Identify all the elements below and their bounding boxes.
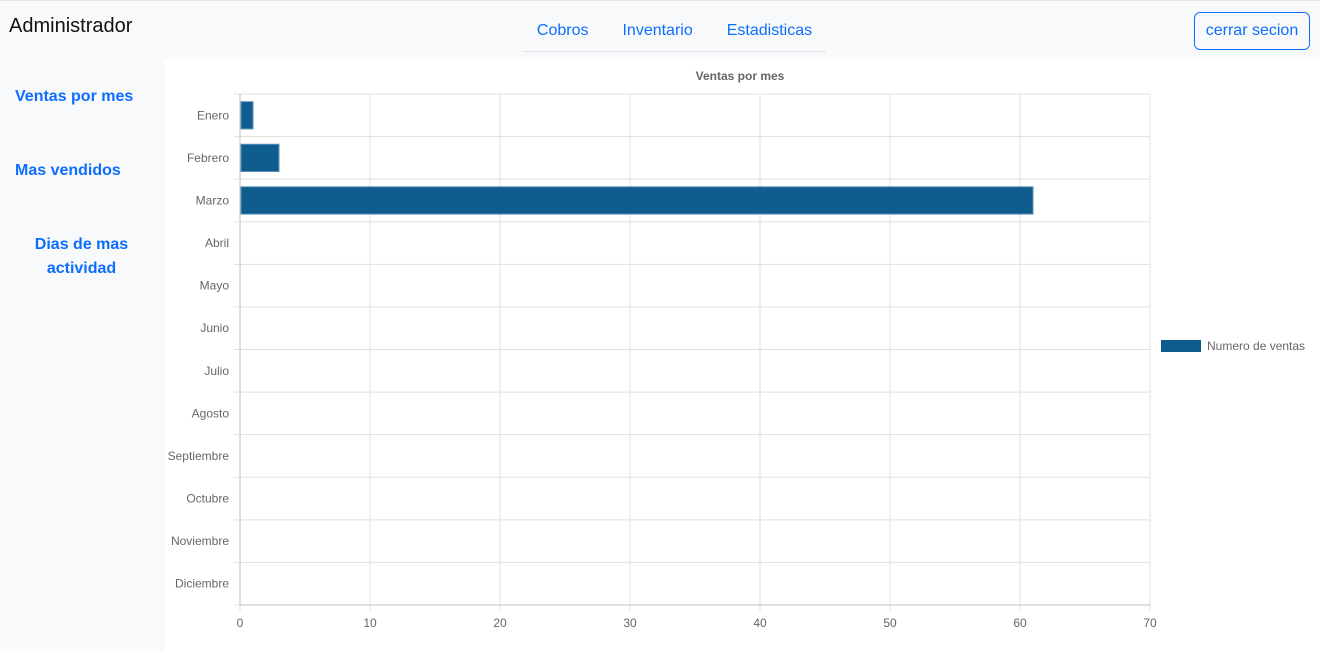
x-tick-label: 60 [1013,616,1027,630]
sales-bar-chart: Ventas por mes 0 10 20 30 40 50 60 70 Enero Febrer… [168,69,1305,630]
y-tick-label: Agosto [192,406,230,420]
y-tick-label: Octubre [186,492,229,506]
brand-title: Administrador [9,15,133,37]
chart-container: Ventas por mes 0 10 20 30 40 50 60 70 Enero Febrer… [165,59,1320,651]
y-tick-label: Mayo [200,279,230,293]
sidebar-item-mas-vendidos[interactable]: Mas vendidos [0,159,163,183]
sidebar-item-dias-de-mas-actividad[interactable]: Dias de mas actividad [0,233,163,281]
y-tick-label: Septiembre [168,449,230,463]
x-tick-label: 20 [493,616,507,630]
sidebar-item-ventas-por-mes[interactable]: Ventas por mes [0,85,163,109]
top-navbar: Administrador Cobros Inventario Estadist… [0,0,1320,59]
x-tick-label: 0 [237,616,244,630]
nav-estadisticas[interactable]: Estadisticas [710,11,829,51]
x-tick-label: 70 [1143,616,1157,630]
x-tick-label: 40 [753,616,767,630]
y-tick-label: Marzo [196,193,230,207]
x-tick-label: 50 [883,616,897,630]
bar-marzo [240,186,1034,215]
y-tick-label: Noviembre [171,534,229,548]
x-tick-label: 30 [623,616,637,630]
sidebar: Ventas por mes Mas vendidos Dias de mas … [0,59,165,651]
bar-enero [240,101,254,130]
nav-inventario[interactable]: Inventario [605,11,709,51]
legend-label: Numero de ventas [1207,339,1305,353]
y-tick-label: Abril [205,236,229,250]
legend-swatch [1161,340,1201,352]
bar-febrero [240,143,280,173]
chart-title: Ventas por mes [696,69,785,83]
main-nav: Cobros Inventario Estadisticas [523,11,826,52]
y-tick-label: Diciembre [175,577,229,591]
y-tick-label: Febrero [187,151,229,165]
x-tick-label: 10 [363,616,377,630]
y-tick-label: Junio [200,321,229,335]
y-tick-label: Julio [204,364,229,378]
logout-button[interactable]: cerrar secion [1194,12,1310,50]
nav-cobros[interactable]: Cobros [520,11,606,51]
y-tick-label: Enero [197,108,229,122]
